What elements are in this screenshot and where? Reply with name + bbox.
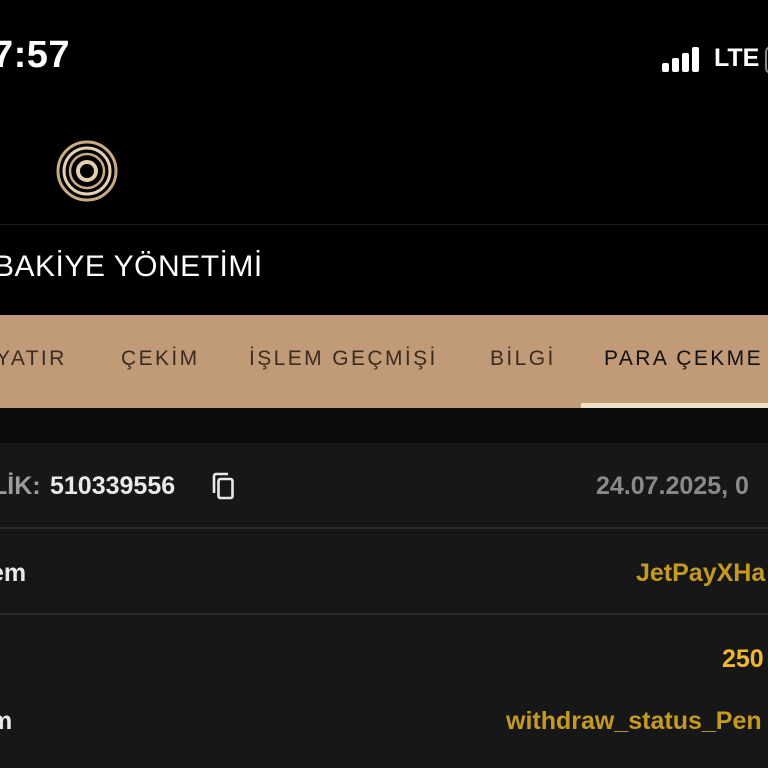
- transaction-id-label: LİK:: [0, 472, 41, 500]
- content-gap: [0, 408, 768, 443]
- transaction-amount-row: r 250: [0, 615, 768, 679]
- transaction-date: 24.07.2025, 0: [596, 472, 749, 500]
- page-title: BAKİYE YÖNETİMİ: [0, 250, 263, 283]
- transaction-method-row: em JetPayXHa: [0, 529, 768, 613]
- tab-withdraw[interactable]: ÇEKİM: [121, 347, 200, 371]
- header-divider: [0, 224, 768, 225]
- method-value: JetPayXHa: [636, 559, 766, 587]
- copy-icon[interactable]: [209, 471, 237, 501]
- transaction-id-row: LİK: 510339556 24.07.2025, 0: [0, 443, 768, 527]
- signal-strength-icon: [662, 46, 708, 72]
- tab-bar: YATIR ÇEKİM İŞLEM GEÇMİŞİ BİLGİ PARA ÇEK…: [0, 315, 768, 408]
- tab-info[interactable]: BİLGİ: [490, 347, 556, 371]
- method-label: em: [0, 559, 27, 587]
- status-time: 7:57: [0, 34, 71, 76]
- amount-value: 250: [722, 645, 764, 673]
- transaction-card: LİK: 510339556 24.07.2025, 0 em JetPayXH…: [0, 443, 768, 768]
- transaction-status-row: m withdraw_status_Pen: [0, 679, 768, 739]
- transaction-id-value: 510339556: [50, 472, 176, 500]
- tab-deposit[interactable]: YATIR: [0, 347, 67, 371]
- tab-withdrawals[interactable]: PARA ÇEKME: [604, 347, 763, 371]
- status-label: m: [0, 707, 13, 735]
- status-bar: 7:57 LTE: [0, 0, 768, 110]
- casino-chip-logo-icon[interactable]: [56, 140, 118, 202]
- status-value: withdraw_status_Pen: [506, 707, 762, 735]
- tab-transaction-history[interactable]: İŞLEM GEÇMİŞİ: [249, 347, 438, 371]
- network-type: LTE: [714, 44, 760, 72]
